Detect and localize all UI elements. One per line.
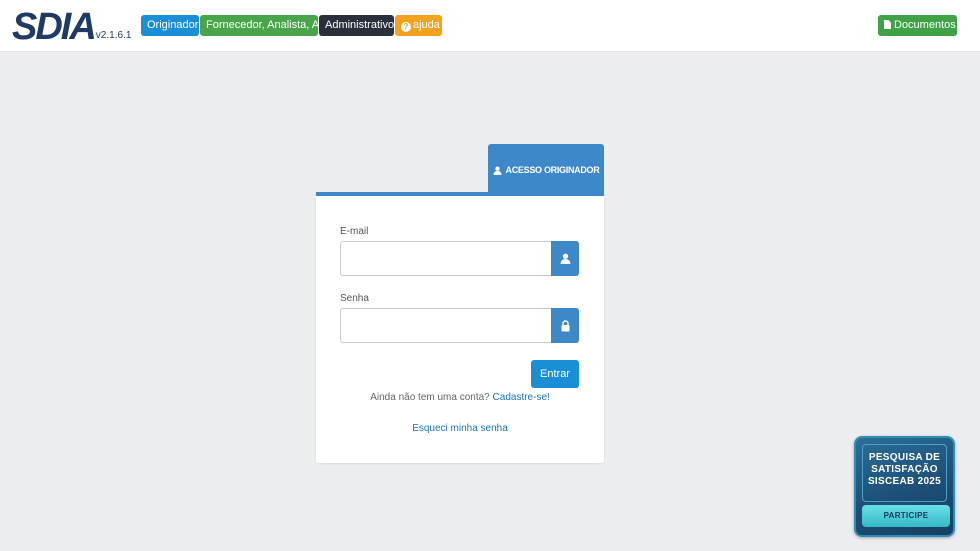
ajuda-label: ajuda xyxy=(413,19,440,31)
login-card: E-mail Senha Entrar Ainda não tem uma co… xyxy=(316,192,604,463)
user-icon xyxy=(560,253,570,264)
survey-banner[interactable]: PESQUISA DE SATISFAÇÃO SISCEAB 2025 PART… xyxy=(854,436,955,537)
senha-input-group xyxy=(340,308,579,343)
email-field[interactable] xyxy=(340,241,551,276)
top-navbar: SDIA v2.1.6.1 Originador Fornecedor, Ana… xyxy=(0,0,980,52)
password-addon xyxy=(551,308,579,343)
entrar-button[interactable]: Entrar xyxy=(531,360,579,388)
no-account-text: Ainda não tem uma conta? xyxy=(370,392,490,403)
forgot-password: Esqueci minha senha xyxy=(316,423,604,434)
email-label: E-mail xyxy=(340,226,369,237)
signup-link[interactable]: Cadastre-se! xyxy=(493,392,550,403)
tab-label: ACESSO ORIGINADOR xyxy=(505,165,600,175)
nav-ajuda-button[interactable]: ? ajuda xyxy=(395,15,442,36)
version-label: v2.1.6.1 xyxy=(95,30,132,41)
signup-text: Ainda não tem uma conta? Cadastre-se! xyxy=(316,392,604,403)
nav-administrativo-button[interactable]: Administrativo xyxy=(319,15,394,36)
documentos-button[interactable]: Documentos xyxy=(878,15,957,36)
tab-acesso-originador[interactable]: ACESSO ORIGINADOR xyxy=(488,144,604,196)
password-field[interactable] xyxy=(340,308,551,343)
lock-icon xyxy=(561,319,569,331)
email-addon xyxy=(551,241,579,276)
nav-originador-button[interactable]: Originador xyxy=(141,15,199,36)
file-icon xyxy=(884,20,891,29)
logo-text: SDIA xyxy=(12,6,97,48)
documentos-label: Documentos xyxy=(894,19,956,31)
question-circle-icon: ? xyxy=(401,22,411,32)
sdia-logo[interactable]: SDIA v2.1.6.1 xyxy=(12,6,131,46)
user-icon xyxy=(492,166,502,175)
nav-fornecedor-button[interactable]: Fornecedor, Analista, AIS xyxy=(200,15,330,36)
senha-label: Senha xyxy=(340,293,369,304)
forgot-password-link[interactable]: Esqueci minha senha xyxy=(412,423,508,434)
participe-button[interactable]: PARTICIPE xyxy=(862,505,950,527)
email-input-group xyxy=(340,241,579,276)
survey-title: PESQUISA DE SATISFAÇÃO SISCEAB 2025 xyxy=(867,452,942,487)
